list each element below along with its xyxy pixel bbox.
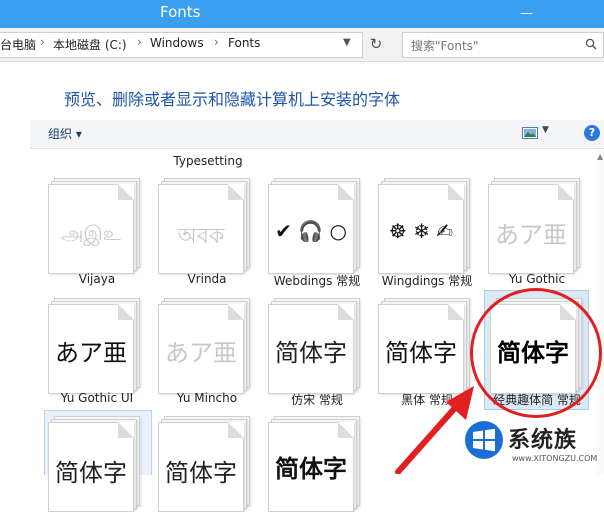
font-name-label: Yu Gothic [508,272,566,286]
font-name-label: 仿宋 常规 [291,393,343,407]
font-name-label: Vrinda [187,272,227,286]
address-bar[interactable]: 台电脑 › 本地磁盘 (C:) › Windows › Fonts ▼ [0,32,363,58]
watermark: 系统族 www.XITONGZU.COM [458,410,604,474]
font-name-label: Yu Gothic UI [60,391,134,405]
font-sample: 简体字 [55,459,127,487]
breadcrumb-windows[interactable]: Windows [150,36,204,50]
search-icon[interactable] [585,38,597,50]
font-sample: 简体字 [275,455,347,483]
breadcrumb-separator[interactable]: › [40,35,45,49]
font-sample: あア亜 [55,339,127,367]
font-name-label: Yu Mincho [176,391,238,405]
breadcrumb-local-disk[interactable]: 本地磁盘 (C:) [53,36,127,53]
help-icon[interactable]: ? [584,125,600,141]
search-placeholder: 搜索"Fonts" [411,39,479,53]
window-title: Fonts [160,3,201,21]
windows-logo-icon [465,421,503,459]
page-title: 预览、删除或者显示和隐藏计算机上安装的字体 [64,90,401,109]
view-dropdown-icon[interactable]: ▼ [542,125,549,135]
breadcrumb-fonts[interactable]: Fonts [228,36,260,50]
command-bar: 组织 ▾ ▼ ? [30,120,604,149]
search-input[interactable]: 搜索"Fonts" [402,32,604,58]
font-name-label: Vijaya [78,272,116,286]
font-sample: ☸ ❄ ✍ [388,219,454,243]
watermark-url: www.XITONGZU.COM [512,454,598,463]
minimize-button[interactable]: — [520,6,533,21]
scroll-up-icon[interactable]: ▲ [597,152,603,161]
breadcrumb-separator[interactable]: › [137,35,142,49]
font-name-label: Wingdings 常规 [381,274,473,288]
font-label-partial: Typesetting [173,154,243,168]
address-row: 台电脑 › 本地磁盘 (C:) › Windows › Fonts ▼ ↻ 搜索… [0,28,604,62]
font-sample: あア亜 [165,339,237,367]
font-sample: அஇஉ [61,221,121,245]
watermark-text: 系统族 [508,428,578,453]
font-sample: 简体字 [275,339,347,367]
view-options-icon[interactable] [522,127,538,139]
breadcrumb-this-pc[interactable]: 台电脑 [0,36,36,53]
font-sample: 简体字 [165,459,237,487]
font-sample: ✔ 🎧 ○ [275,219,347,243]
font-sample: অবক [177,224,225,249]
refresh-icon[interactable]: ↻ [366,32,386,56]
address-dropdown-icon[interactable]: ▼ [343,37,351,48]
font-sample: 简体字 [385,339,457,367]
breadcrumb-separator[interactable]: › [214,35,219,49]
page-header: 预览、删除或者显示和隐藏计算机上安装的字体 [0,62,604,118]
organize-button[interactable]: 组织 ▾ [48,125,82,142]
font-sample: あア亜 [495,221,567,249]
title-bar: Fonts — [0,0,604,28]
font-name-label: Webdings 常规 [273,274,361,288]
